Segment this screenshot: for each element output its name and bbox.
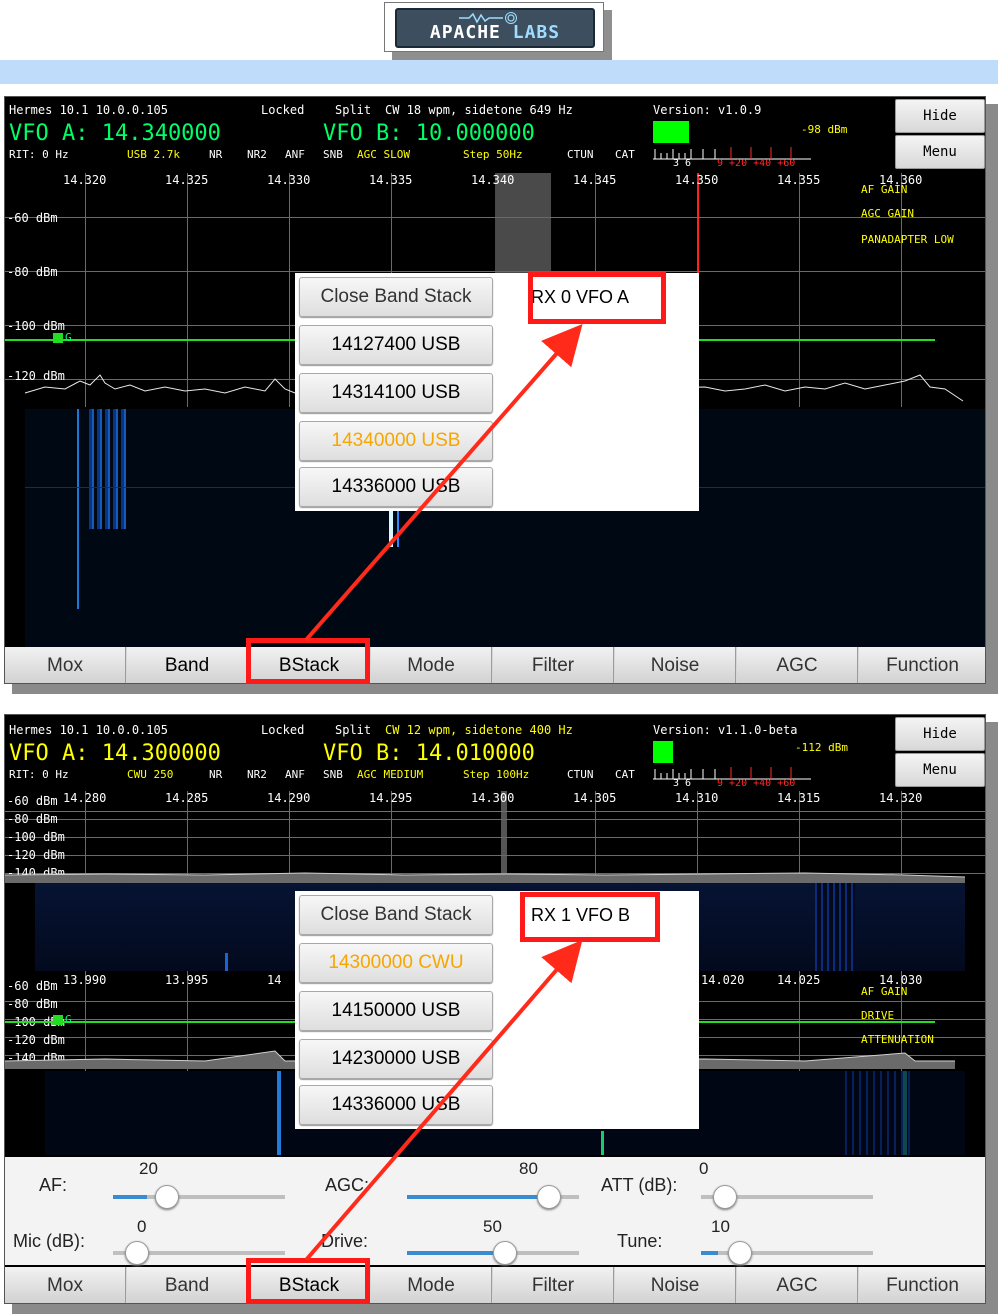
annotation-arrow xyxy=(304,939,583,1262)
